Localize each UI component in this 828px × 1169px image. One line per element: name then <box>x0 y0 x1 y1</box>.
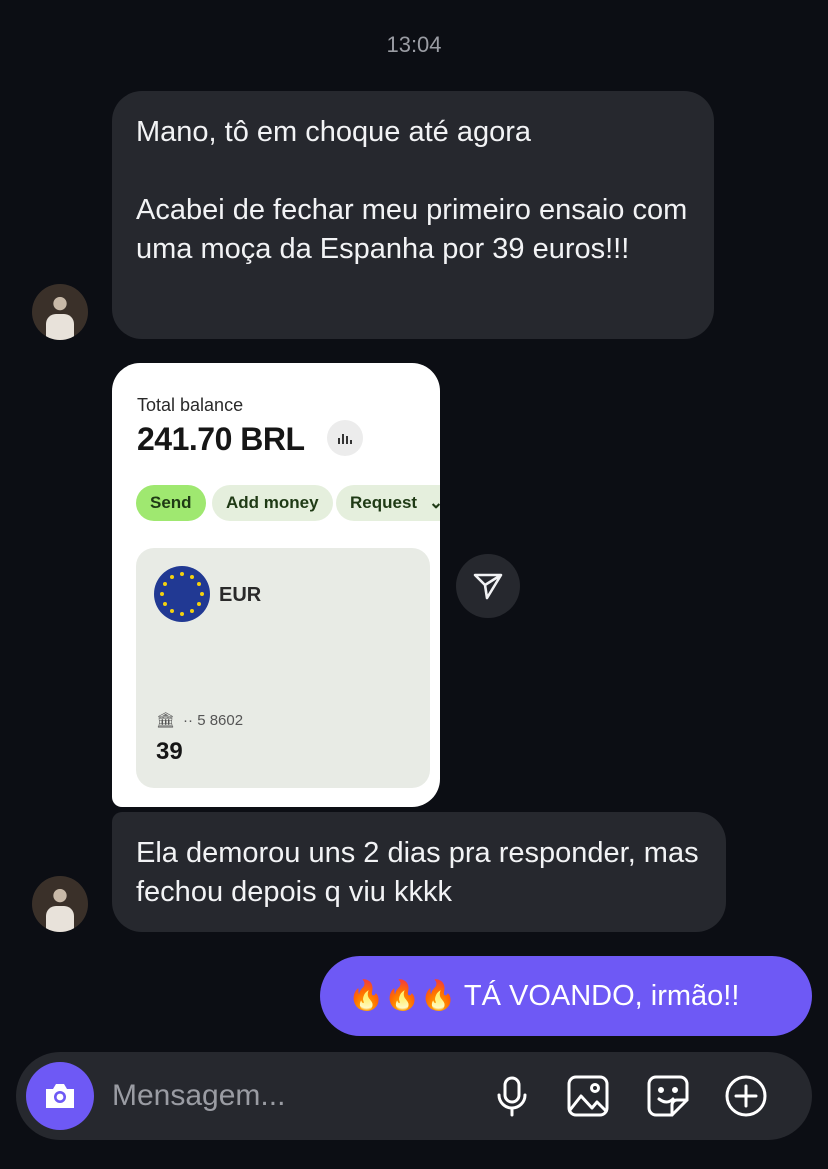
share-button[interactable] <box>456 554 520 618</box>
message-composer <box>16 1052 812 1140</box>
message-text: Mano, tô em choque até agora Acabei de f… <box>136 116 688 265</box>
currency-card: EUR 🏛 ·· 5 8602 39 <box>136 548 430 788</box>
avatar[interactable] <box>32 284 88 340</box>
shared-image[interactable]: Total balance 241.70 BRL Send Add money … <box>112 363 440 807</box>
sticker-icon <box>647 1075 689 1117</box>
camera-icon <box>46 1084 74 1108</box>
send-pill: Send <box>136 485 206 521</box>
message-text: Ela demorou uns 2 dias pra responder, ma… <box>136 837 699 908</box>
account-number: 🏛 ·· 5 8602 <box>156 711 243 729</box>
bar-chart-icon <box>327 420 363 456</box>
camera-button[interactable] <box>26 1062 94 1130</box>
sticker-button[interactable] <box>646 1074 690 1118</box>
avatar[interactable] <box>32 876 88 932</box>
currency-code: EUR <box>219 584 262 606</box>
request-pill: Request ⌄ <box>336 485 440 521</box>
send-arrow-icon <box>473 573 503 600</box>
microphone-button[interactable] <box>490 1074 534 1118</box>
timestamp: 13:04 <box>386 32 442 57</box>
total-balance-label: Total balance <box>137 395 244 415</box>
incoming-message[interactable]: Ela demorou uns 2 dias pra responder, ma… <box>112 812 726 932</box>
message-input[interactable] <box>112 1072 472 1120</box>
gallery-button[interactable] <box>566 1074 610 1118</box>
incoming-message[interactable]: Mano, tô em choque até agora Acabei de f… <box>112 91 714 339</box>
outgoing-message[interactable]: 🔥🔥🔥 TÁ VOANDO, irmão!! <box>320 956 812 1036</box>
add-button[interactable] <box>724 1074 768 1118</box>
request-label: Request <box>350 493 418 512</box>
card-amount: 39 <box>156 738 183 765</box>
account-label: ·· 5 8602 <box>183 712 244 729</box>
total-balance-amount: 241.70 BRL <box>137 421 305 457</box>
microphone-icon <box>497 1076 527 1117</box>
eu-flag-icon <box>154 566 210 622</box>
add-icon <box>725 1075 767 1117</box>
add-money-pill: Add money <box>212 485 333 521</box>
image-icon <box>567 1075 609 1117</box>
bank-icon: 🏛 <box>156 712 176 729</box>
message-text: 🔥🔥🔥 TÁ VOANDO, irmão!! <box>348 980 740 1012</box>
chevron-down-icon: ⌄ <box>428 493 440 512</box>
